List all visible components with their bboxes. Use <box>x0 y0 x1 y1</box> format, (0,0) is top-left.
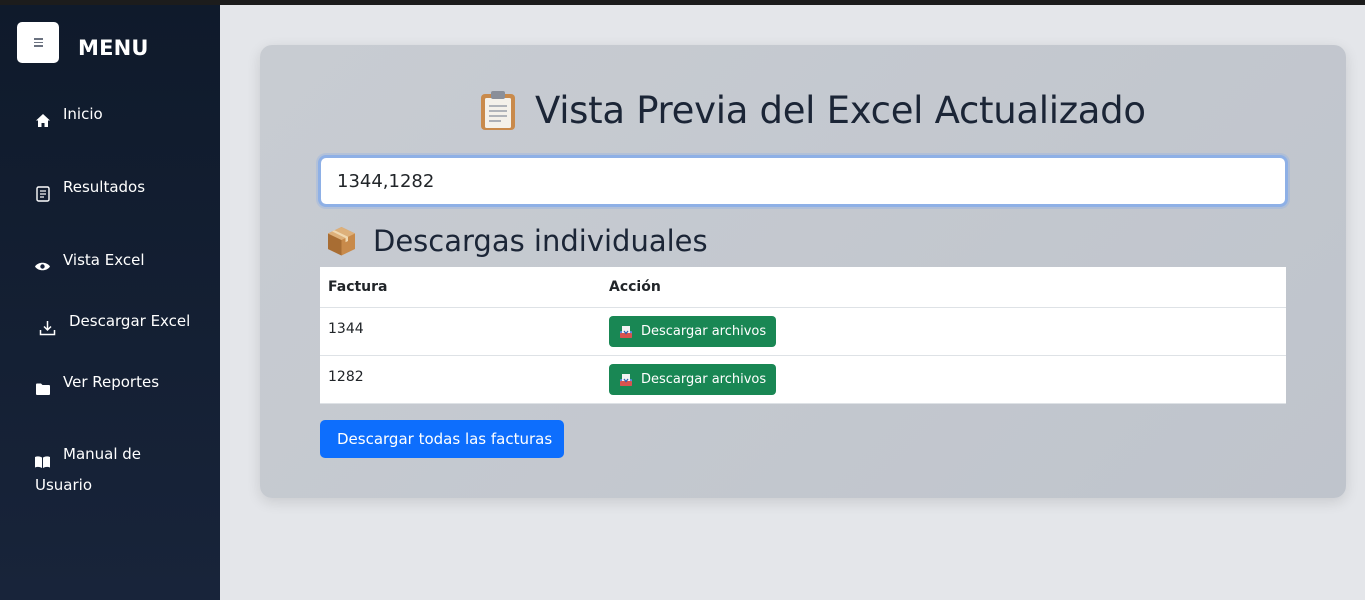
invoice-input[interactable] <box>337 170 1269 192</box>
section-title-text: Descargas individuales <box>373 224 708 258</box>
package-icon <box>328 227 355 256</box>
sidebar-item-label: Inicio <box>63 105 103 123</box>
receipt-icon <box>34 185 51 202</box>
download-icon <box>39 319 56 336</box>
table-row: 1344 Descargar archivos <box>320 308 1286 356</box>
clipboard-icon <box>481 91 515 130</box>
download-all-label: Descargar todas las facturas <box>337 430 553 448</box>
section-title: Descargas individuales <box>326 223 708 259</box>
download-all-invoices-button[interactable]: Descargar todas las facturas <box>320 420 564 458</box>
invoice-table: Factura Acción 1344 Descargar archivos 1… <box>320 267 1286 404</box>
invoice-input-field[interactable] <box>318 155 1288 207</box>
sidebar-item-label: Vista Excel <box>63 251 145 269</box>
sidebar-item-label: Manual de Usuario <box>35 445 142 494</box>
inbox-tray-icon <box>620 373 632 386</box>
download-files-label: Descargar archivos <box>641 324 767 339</box>
page-title: Vista Previa del Excel Actualizado <box>478 86 1178 134</box>
action-cell: Descargar archivos <box>609 308 777 355</box>
column-header-accion: Acción <box>609 279 661 295</box>
invoice-number: 1344 <box>328 321 364 337</box>
download-files-button[interactable]: Descargar archivos <box>609 316 777 347</box>
sidebar: MENU Inicio Resultados Vista Excel Desca… <box>0 5 220 600</box>
sidebar-item-label: Descargar Excel <box>69 312 191 330</box>
column-header-factura: Factura <box>328 279 388 295</box>
home-icon <box>34 112 51 129</box>
action-cell: Descargar archivos <box>609 356 777 403</box>
table-row: 1282 Descargar archivos <box>320 356 1286 404</box>
sidebar-item-label: Resultados <box>63 178 146 196</box>
page-title-text: Vista Previa del Excel Actualizado <box>535 88 1146 132</box>
sidebar-item-label: Ver Reportes <box>63 373 160 391</box>
table-header-row: Factura Acción <box>320 267 1286 308</box>
folder-icon <box>34 380 51 397</box>
sidebar-item-inicio[interactable]: Inicio <box>0 5 220 127</box>
invoice-number: 1282 <box>328 369 364 385</box>
inbox-tray-icon <box>620 325 632 338</box>
excel-preview-card: Vista Previa del Excel Actualizado Desca… <box>260 45 1346 498</box>
download-files-label: Descargar archivos <box>641 372 767 387</box>
download-files-button[interactable]: Descargar archivos <box>609 364 777 395</box>
eye-icon <box>34 258 51 275</box>
